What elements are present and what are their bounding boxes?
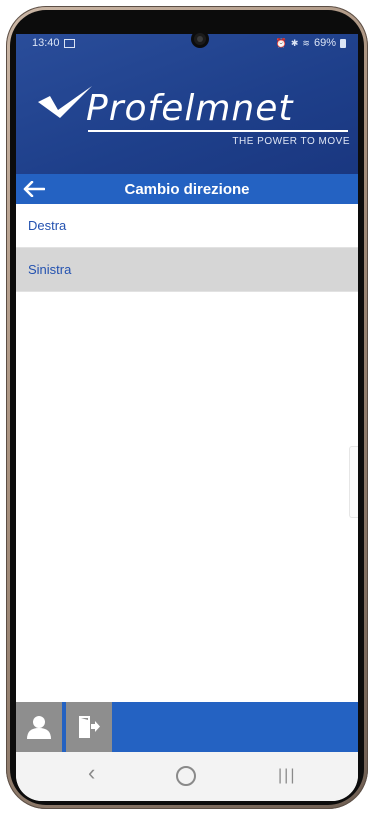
alarm-icon: ⏰ bbox=[275, 37, 287, 48]
title-bar: Cambio direzione bbox=[16, 174, 358, 204]
nav-home-button[interactable] bbox=[176, 766, 196, 786]
app-header: 13:40 ⏰ ✱ ≋ 69% Profelmnet THE POWER TO … bbox=[16, 34, 358, 174]
brand-name: Profelmnet bbox=[86, 88, 294, 129]
nav-back-button[interactable]: ‹ bbox=[88, 762, 95, 784]
app-footer bbox=[16, 702, 358, 752]
battery-percent: 69% bbox=[313, 37, 336, 49]
exit-icon bbox=[79, 716, 100, 738]
brand-tagline: THE POWER TO MOVE bbox=[232, 136, 350, 147]
option-destra[interactable]: Destra bbox=[16, 204, 358, 248]
brand-underline bbox=[88, 130, 348, 132]
side-scroll-handle[interactable] bbox=[349, 446, 358, 518]
battery-icon bbox=[340, 38, 346, 48]
status-bar: 13:40 ⏰ ✱ ≋ 69% bbox=[16, 34, 358, 54]
page-title: Cambio direzione bbox=[124, 181, 250, 198]
screen: 13:40 ⏰ ✱ ≋ 69% Profelmnet THE POWER TO … bbox=[16, 34, 358, 801]
bluetooth-icon: ✱ bbox=[290, 37, 299, 48]
android-nav-bar: ‹ ||| bbox=[16, 752, 358, 801]
front-camera bbox=[194, 33, 206, 45]
user-icon bbox=[27, 716, 51, 739]
exit-button[interactable] bbox=[66, 702, 112, 752]
direction-options-list: Destra Sinistra bbox=[16, 204, 358, 292]
gallery-notification-icon bbox=[64, 39, 75, 48]
user-button[interactable] bbox=[16, 702, 62, 752]
nav-recents-button[interactable]: ||| bbox=[278, 765, 296, 787]
status-icons: ⏰ ✱ ≋ 69% bbox=[276, 37, 346, 49]
wifi-signal-icon: ≋ bbox=[302, 37, 310, 48]
status-time: 13:40 bbox=[32, 37, 60, 49]
option-sinistra[interactable]: Sinistra bbox=[16, 248, 358, 292]
